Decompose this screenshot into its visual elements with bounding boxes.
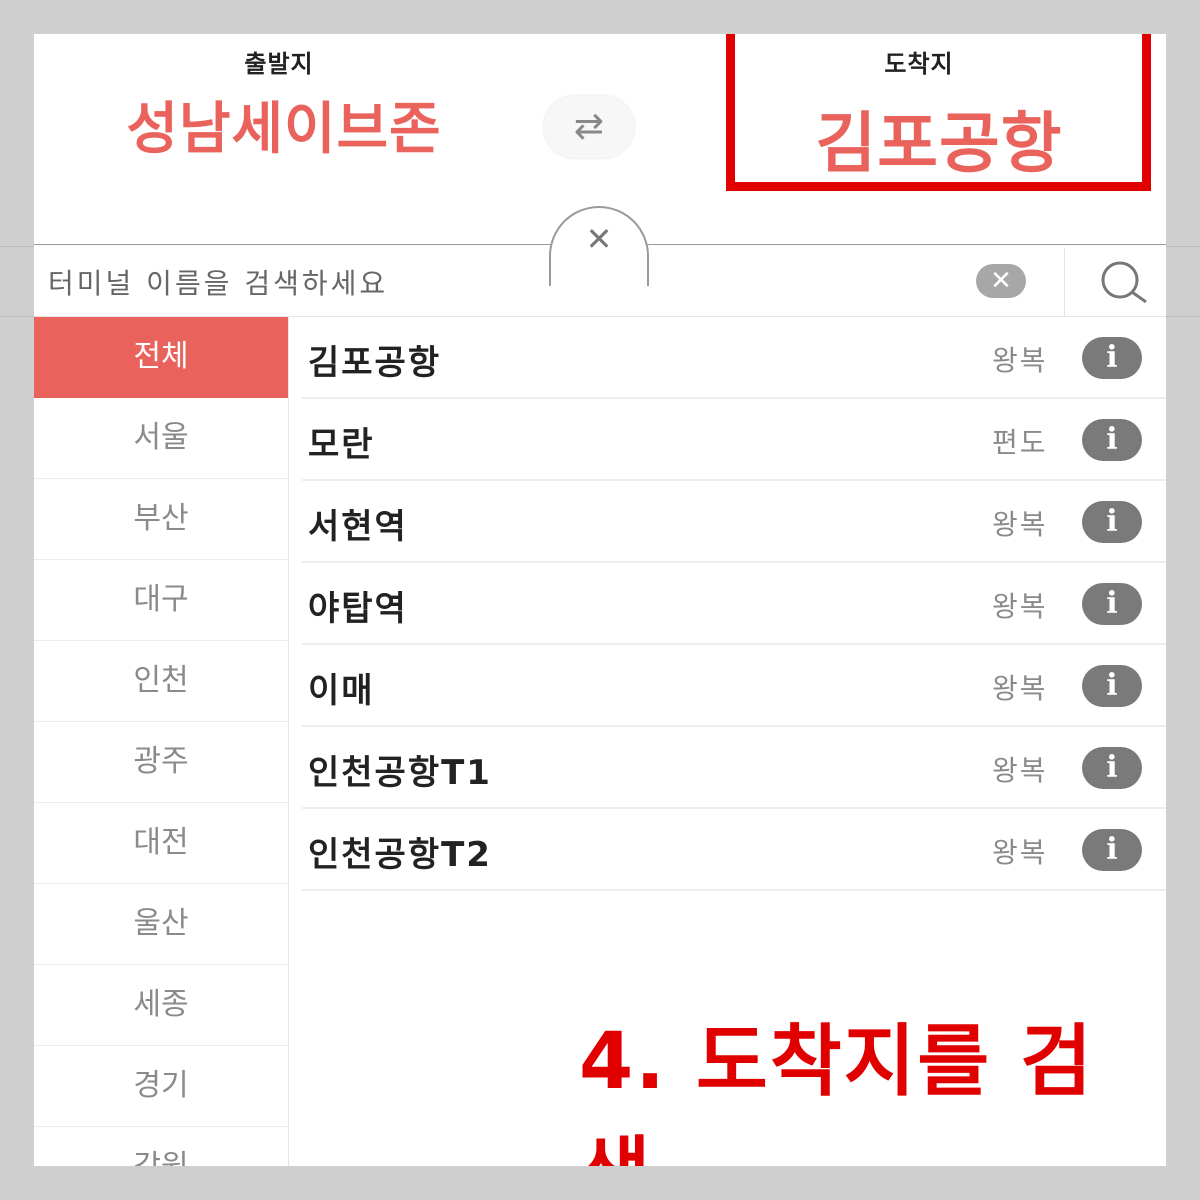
arrival-highlight-box bbox=[726, 34, 1151, 191]
info-icon[interactable]: i bbox=[1082, 419, 1142, 461]
terminal-row[interactable]: 모란 편도 i bbox=[302, 399, 1166, 481]
trip-type: 왕복 bbox=[992, 836, 1048, 869]
terminal-name: 서현역 bbox=[308, 507, 408, 547]
terminal-row[interactable]: 김포공항 왕복 i bbox=[302, 317, 1166, 399]
region-item-gangwon[interactable]: 강원 bbox=[34, 1127, 288, 1166]
terminal-name: 인천공항T1 bbox=[308, 753, 492, 793]
region-item-sejong[interactable]: 세종 bbox=[34, 965, 288, 1046]
info-icon[interactable]: i bbox=[1082, 583, 1142, 625]
terminal-row[interactable]: 인천공항T1 왕복 i bbox=[302, 727, 1166, 809]
trip-type: 왕복 bbox=[992, 344, 1048, 377]
region-item-gyeonggi[interactable]: 경기 bbox=[34, 1046, 288, 1127]
region-item-daegu[interactable]: 대구 bbox=[34, 560, 288, 641]
terminal-name: 이매 bbox=[308, 671, 375, 711]
search-button[interactable] bbox=[1094, 258, 1154, 308]
swap-icon[interactable]: ⇄ bbox=[544, 96, 634, 158]
trip-type: 왕복 bbox=[992, 672, 1048, 705]
search-bar: ✕ bbox=[34, 248, 1166, 317]
info-icon[interactable]: i bbox=[1082, 747, 1142, 789]
instruction-caption: 4. 도착지를 검색 bbox=[579, 1017, 1095, 1166]
terminal-name: 모란 bbox=[308, 425, 375, 465]
region-item-seoul[interactable]: 서울 bbox=[34, 398, 288, 479]
terminal-name: 야탑역 bbox=[308, 589, 408, 629]
departure-value[interactable]: 성남세이브존 bbox=[64, 84, 504, 165]
terminal-list: 김포공항 왕복 i 모란 편도 i 서현역 왕복 i 야탑역 왕복 i 이매 왕… bbox=[302, 317, 1166, 891]
info-icon[interactable]: i bbox=[1082, 665, 1142, 707]
terminal-selection-panel: 출발지 성남세이브존 ⇄ 도착지 김포공항 ✕ ✕ 전체 서울 부산 대구 인천… bbox=[34, 34, 1166, 1166]
region-list: 전체 서울 부산 대구 인천 광주 대전 울산 세종 경기 강원 bbox=[34, 317, 289, 1166]
info-icon[interactable]: i bbox=[1082, 501, 1142, 543]
info-icon[interactable]: i bbox=[1082, 829, 1142, 871]
clear-icon[interactable]: ✕ bbox=[976, 264, 1026, 298]
region-item-busan[interactable]: 부산 bbox=[34, 479, 288, 560]
search-input[interactable] bbox=[46, 260, 950, 306]
terminal-row[interactable]: 인천공항T2 왕복 i bbox=[302, 809, 1166, 891]
terminal-row[interactable]: 야탑역 왕복 i bbox=[302, 563, 1166, 645]
terminal-name: 인천공항T2 bbox=[308, 835, 492, 875]
terminal-row[interactable]: 이매 왕복 i bbox=[302, 645, 1166, 727]
search-separator bbox=[1064, 248, 1065, 316]
trip-type: 왕복 bbox=[992, 508, 1048, 541]
info-icon[interactable]: i bbox=[1082, 337, 1142, 379]
region-item-incheon[interactable]: 인천 bbox=[34, 641, 288, 722]
region-item-ulsan[interactable]: 울산 bbox=[34, 884, 288, 965]
search-icon bbox=[1101, 261, 1147, 304]
terminal-row[interactable]: 서현역 왕복 i bbox=[302, 481, 1166, 563]
trip-type: 왕복 bbox=[992, 590, 1048, 623]
region-item-gwangju[interactable]: 광주 bbox=[34, 722, 288, 803]
trip-type: 편도 bbox=[992, 426, 1048, 459]
terminal-name: 김포공항 bbox=[308, 343, 442, 383]
region-item-all[interactable]: 전체 bbox=[34, 317, 288, 398]
region-item-daejeon[interactable]: 대전 bbox=[34, 803, 288, 884]
departure-caption: 출발지 bbox=[244, 50, 314, 78]
trip-type: 왕복 bbox=[992, 754, 1048, 787]
